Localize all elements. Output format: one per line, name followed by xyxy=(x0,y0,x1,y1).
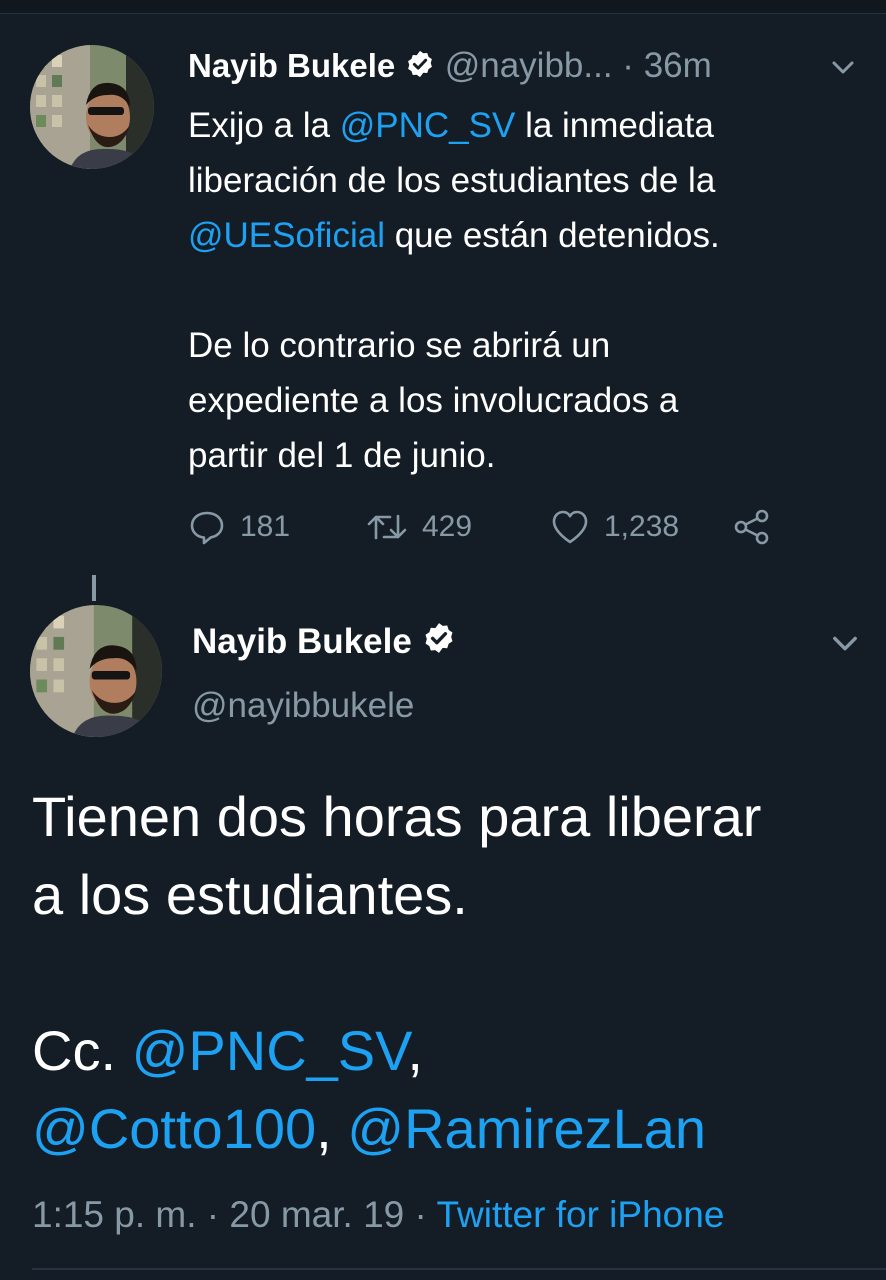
retweet-button[interactable]: 429 xyxy=(366,505,472,549)
text-segment: , xyxy=(407,1019,423,1082)
display-name[interactable]: Nayib Bukele xyxy=(188,47,395,84)
text-line: Tienen dos horas para liberar xyxy=(32,785,762,848)
divider xyxy=(32,1268,886,1270)
top-divider xyxy=(0,0,886,14)
mention-link[interactable]: @PNC_SV xyxy=(132,1019,408,1082)
verified-icon xyxy=(422,620,456,668)
text-segment: que están detenidos. xyxy=(384,216,720,255)
tweet-time[interactable]: 36m xyxy=(644,46,712,85)
reply-icon xyxy=(190,511,224,545)
tweet-timestamp: 1:15 p. m. xyxy=(32,1194,197,1235)
user-handle[interactable]: @nayibbukele xyxy=(192,682,414,730)
like-button[interactable]: 1,238 xyxy=(550,505,679,549)
text-line: liberación de los estudiantes de la xyxy=(188,161,716,200)
profile-photo xyxy=(30,45,154,169)
text-segment: la inmediata xyxy=(515,106,714,145)
text-line: expediente a los involucrados a xyxy=(188,381,679,420)
separator-dot: · xyxy=(622,46,634,85)
avatar[interactable] xyxy=(30,45,154,169)
chevron-down-icon[interactable] xyxy=(828,52,858,82)
mention-link[interactable]: @UESoficial xyxy=(188,216,385,255)
like-count: 1,238 xyxy=(604,510,680,543)
retweet-count: 429 xyxy=(422,510,473,543)
avatar[interactable] xyxy=(30,605,162,737)
separator-dot: · xyxy=(404,1194,437,1235)
user-handle[interactable]: @nayibb... xyxy=(445,46,613,85)
mention-link[interactable]: @PNC_SV xyxy=(340,106,516,145)
retweet-icon xyxy=(367,514,407,540)
chevron-down-icon[interactable] xyxy=(828,626,862,660)
separator-dot: · xyxy=(196,1194,230,1235)
display-name[interactable]: Nayib Bukele xyxy=(192,622,412,661)
tweet-text: Exijo a la @PNC_SV la inmediata liberaci… xyxy=(188,98,868,483)
text-line: De lo contrario se abrirá un xyxy=(188,326,611,365)
tweet-text: Tienen dos horas para liberar a los estu… xyxy=(32,778,872,1168)
tweet-date: 20 mar. 19 xyxy=(229,1194,405,1235)
share-button[interactable] xyxy=(732,505,772,549)
text-line: a los estudiantes. xyxy=(32,863,468,926)
mention-link[interactable]: @Cotto100 xyxy=(32,1097,316,1160)
thread-connector xyxy=(92,575,96,601)
tweet-source-link[interactable]: Twitter for iPhone xyxy=(436,1194,724,1235)
reply-button[interactable]: 181 xyxy=(188,505,290,549)
like-icon xyxy=(552,510,588,544)
verified-icon xyxy=(405,46,435,90)
tweet-header: Nayib Bukele @nayibb... · 36m xyxy=(188,44,712,88)
text-segment: Cc. xyxy=(32,1019,132,1082)
share-icon xyxy=(734,509,769,545)
text-line: partir del 1 de junio. xyxy=(188,436,496,475)
mention-link[interactable]: @RamirezLan xyxy=(347,1097,706,1160)
tweet-actions: 181 429 1,238 xyxy=(188,505,788,549)
tweet-meta: 1:15 p. m. · 20 mar. 19 · Twitter for iP… xyxy=(32,1190,724,1240)
text-segment: Exijo a la xyxy=(188,106,340,145)
profile-photo xyxy=(30,605,162,737)
tweet-author: Nayib Bukele xyxy=(192,618,456,668)
text-segment: , xyxy=(316,1097,348,1160)
reply-count: 181 xyxy=(240,510,291,543)
